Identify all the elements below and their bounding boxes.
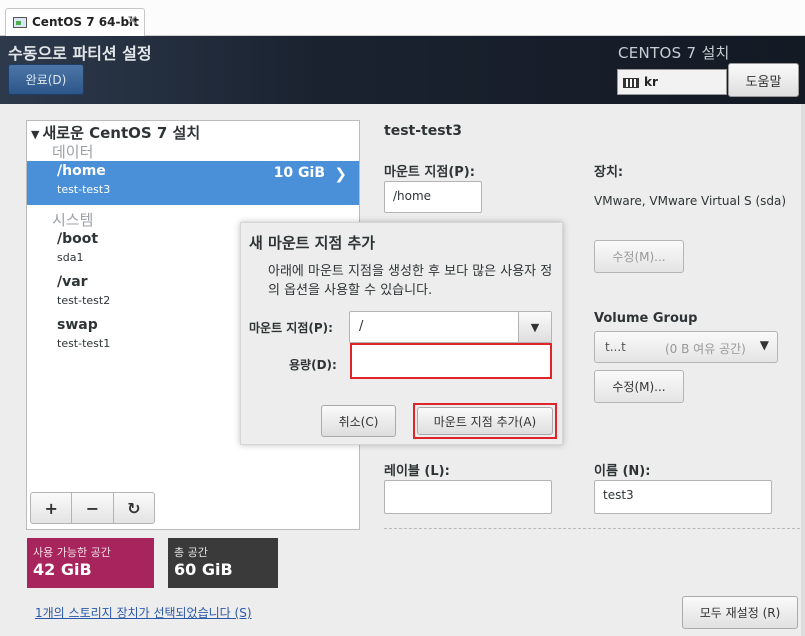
total-space-value: 60 GiB [174, 560, 233, 579]
mountpoint-name: /home [57, 163, 106, 179]
mountpoint-row-home[interactable]: /home test-test3 10 GiB ❯ [27, 161, 359, 205]
highlight-outline: 마운트 지점 추가(A) [413, 403, 557, 439]
window-edge [801, 104, 805, 636]
modify-volume-group-button[interactable]: 수정(M)... [594, 370, 684, 403]
reset-all-button[interactable]: 모두 재설정 (R) [682, 596, 798, 629]
dialog-capacity-label: 용량(D): [289, 358, 337, 372]
close-icon[interactable]: ✕ [126, 13, 138, 29]
page-title: 수동으로 파티션 설정 [8, 44, 152, 63]
total-space-box: 총 공간 60 GiB [168, 538, 278, 588]
volume-group-free: (0 B 여유 공간) [665, 342, 746, 356]
name-field-label: 이름 (N): [594, 464, 651, 479]
detail-title: test-test3 [384, 123, 462, 139]
keyboard-icon [623, 78, 639, 88]
device-label: 장치: [594, 165, 624, 180]
add-mountpoint-button[interactable]: + [31, 493, 73, 523]
installer-header: 수동으로 파티션 설정 완료(D) CENTOS 7 설치 kr 도움말 [0, 36, 805, 104]
name-field[interactable]: test3 [594, 480, 772, 514]
mountpoint-device: test-test2 [57, 294, 111, 307]
product-title: CENTOS 7 설치 [618, 44, 730, 62]
vm-tab-label: CentOS 7 64-bit [32, 15, 139, 29]
available-space-box: 사용 가능한 공간 42 GiB [27, 538, 154, 588]
vm-tab[interactable]: CentOS 7 64-bit ✕ [5, 8, 145, 36]
mountpoint-name: /boot [57, 231, 99, 247]
dialog-mountpoint-value[interactable]: / [359, 319, 363, 334]
vm-tab-bar: CentOS 7 64-bit ✕ [0, 0, 805, 36]
keyboard-layout-text: kr [644, 75, 658, 89]
available-space-label: 사용 가능한 공간 [33, 546, 111, 559]
mountpoint-field-label: 마운트 지점(P): [384, 165, 475, 180]
mountpoint-field[interactable]: /home [384, 181, 482, 213]
mountpoint-name: /var [57, 274, 88, 290]
remove-mountpoint-button[interactable]: − [72, 493, 114, 523]
mountpoint-device: test-test3 [57, 183, 111, 196]
help-button[interactable]: 도움말 [728, 63, 799, 97]
dialog-add-mountpoint-button[interactable]: 마운트 지점 추가(A) [417, 407, 553, 435]
dropdown-arrow-icon[interactable]: ▼ [518, 312, 551, 342]
dialog-title: 새 마운트 지점 추가 [249, 234, 376, 252]
volume-group-label: Volume Group [594, 311, 698, 326]
done-button[interactable]: 완료(D) [8, 64, 84, 95]
storage-devices-link[interactable]: 1개의 스토리지 장치가 선택되었습니다 (S) [35, 604, 252, 621]
section-data: 데이터 [52, 143, 94, 161]
expand-triangle-icon[interactable]: ▼ [31, 128, 39, 141]
refresh-button[interactable]: ↻ [114, 493, 154, 523]
keyboard-layout-indicator[interactable]: kr [617, 69, 727, 95]
available-space-value: 42 GiB [33, 560, 92, 579]
dialog-description: 아래에 마운트 지점을 생성한 후 보다 많은 사용자 정의 옵션을 사용할 수… [268, 264, 553, 298]
section-system: 시스템 [52, 211, 94, 229]
dialog-mountpoint-label: 마운트 지점(P): [249, 321, 333, 335]
mountpoint-device: sda1 [57, 251, 84, 264]
mountpoint-name: swap [57, 317, 98, 333]
total-space-label: 총 공간 [174, 546, 208, 559]
mountpoint-device: test-test1 [57, 337, 111, 350]
vm-icon [13, 17, 27, 28]
tree-root[interactable]: ▼ 새로운 CentOS 7 설치 [31, 122, 200, 143]
add-mountpoint-dialog: 새 마운트 지점 추가 아래에 마운트 지점을 생성한 후 보다 많은 사용자 … [240, 222, 563, 445]
label-field[interactable] [384, 480, 552, 514]
label-field-label: 레이블 (L): [384, 464, 450, 479]
volume-group-name: t...t [605, 340, 626, 354]
dialog-capacity-input[interactable] [350, 343, 552, 379]
volume-group-dropdown[interactable]: t...t (0 B 여유 공간) ▼ [594, 331, 778, 363]
tree-root-label: 새로운 CentOS 7 설치 [42, 124, 201, 142]
mountpoint-size: 10 GiB [273, 165, 325, 181]
device-value: VMware, VMware Virtual S (sda) [594, 194, 787, 208]
divider [384, 528, 800, 529]
chevron-right-icon: ❯ [334, 165, 347, 183]
dialog-cancel-button[interactable]: 취소(C) [321, 405, 396, 437]
dialog-mountpoint-combo[interactable]: / ▼ [349, 311, 552, 343]
modify-device-button[interactable]: 수정(M)... [594, 240, 684, 273]
dropdown-arrow-icon: ▼ [759, 338, 769, 352]
partition-toolbar: + − ↻ [30, 492, 155, 524]
